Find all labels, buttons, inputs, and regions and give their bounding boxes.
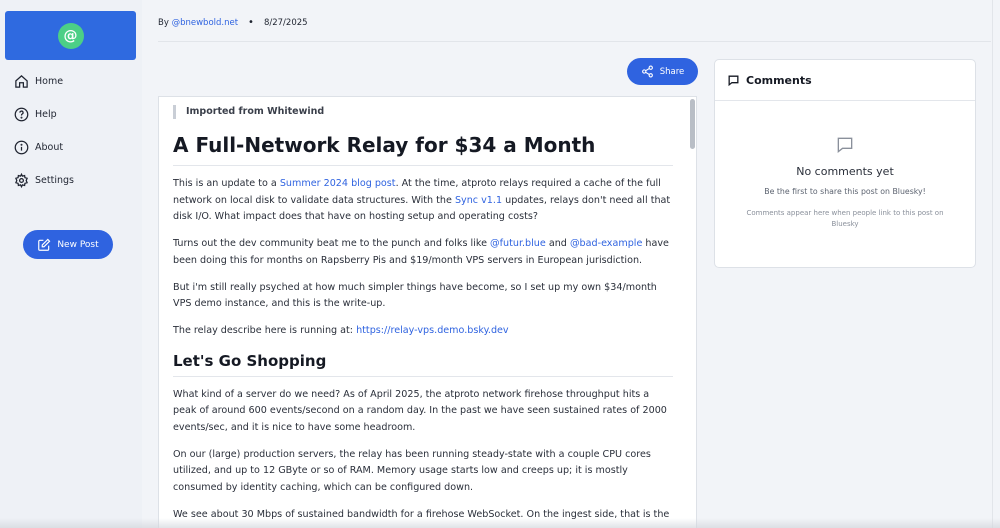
paragraph: Turns out the dev community beat me to t… — [173, 238, 669, 266]
comments-header: Comments — [715, 60, 975, 101]
scrollbar[interactable] — [690, 99, 695, 149]
paragraph: On our (large) production servers, the r… — [173, 448, 651, 494]
window-edge — [992, 0, 1000, 528]
new-post-button[interactable]: New Post — [23, 230, 113, 259]
paragraph: The relay describe here is running at: h… — [173, 324, 509, 336]
comments-hint: Comments appear here when people link to… — [746, 209, 944, 228]
author-link[interactable]: @bnewbold.net — [172, 18, 238, 28]
comments-title: Comments — [746, 73, 812, 87]
article-body: Imported from Whitewind A Full-Network R… — [173, 97, 673, 524]
imported-label: Imported from Whitewind — [173, 105, 673, 119]
sidebar-item-label: About — [35, 141, 64, 153]
comments-empty-state: No comments yet Be the first to share th… — [715, 135, 975, 230]
paragraph: But i'm still really psyched at how much… — [173, 281, 657, 310]
bottom-fade — [0, 518, 1000, 528]
sidebar-item-label: Home — [35, 75, 64, 87]
new-post-label: New Post — [57, 239, 99, 250]
byline-separator: • — [248, 17, 254, 28]
edit-icon — [38, 238, 51, 251]
byline: By @bnewbold.net • 8/27/2025 — [158, 17, 308, 28]
comments-panel: Comments No comments yet Be the first to… — [714, 59, 976, 268]
sidebar-item-settings[interactable]: Settings — [14, 170, 74, 190]
sidebar-item-home[interactable]: Home — [14, 71, 63, 91]
sync-v11-link[interactable]: Sync v1.1 — [455, 195, 502, 206]
comment-icon — [728, 75, 739, 86]
home-icon — [15, 74, 28, 88]
sidebar-item-about[interactable]: About — [14, 137, 63, 157]
article-panel[interactable]: Imported from Whitewind A Full-Network R… — [158, 96, 697, 528]
share-label: Share — [659, 66, 685, 77]
help-icon — [14, 107, 29, 121]
sidebar-item-help[interactable]: Help — [14, 104, 57, 124]
comment-bubble-icon — [837, 137, 853, 154]
post-date: 8/27/2025 — [263, 17, 308, 28]
summer-2024-link[interactable]: Summer 2024 blog post — [280, 178, 396, 189]
section-heading: Let's Go Shopping — [173, 352, 673, 377]
sidebar-item-label: Help — [35, 108, 57, 120]
main-content: By @bnewbold.net • 8/27/2025 Share Impor… — [142, 0, 1000, 528]
share-button[interactable]: Share — [627, 58, 698, 85]
share-icon — [641, 65, 653, 78]
bad-example-link[interactable]: @bad-example — [570, 238, 642, 249]
info-icon — [14, 140, 29, 154]
sidebar-item-label: Settings — [35, 174, 74, 186]
paragraph: This is an update to a Summer 2024 blog … — [173, 178, 671, 223]
header-divider — [158, 41, 991, 42]
gear-icon — [15, 172, 28, 188]
paragraph: What kind of a server do we need? As of … — [173, 388, 667, 434]
article-title: A Full-Network Relay for $34 a Month — [173, 133, 673, 166]
sidebar: @ Home Help About Settings New Post — [0, 0, 142, 528]
relay-url-link[interactable]: https://relay-vps.demo.bsky.dev — [356, 325, 509, 336]
byline-prefix: By — [158, 17, 169, 28]
logo-block[interactable]: @ — [5, 11, 136, 60]
logo-icon: @ — [57, 22, 84, 49]
no-comments-text: No comments yet — [796, 165, 894, 178]
futur-blue-link[interactable]: @futur.blue — [490, 238, 546, 249]
be-first-text: Be the first to share this post on Blues… — [764, 187, 926, 196]
